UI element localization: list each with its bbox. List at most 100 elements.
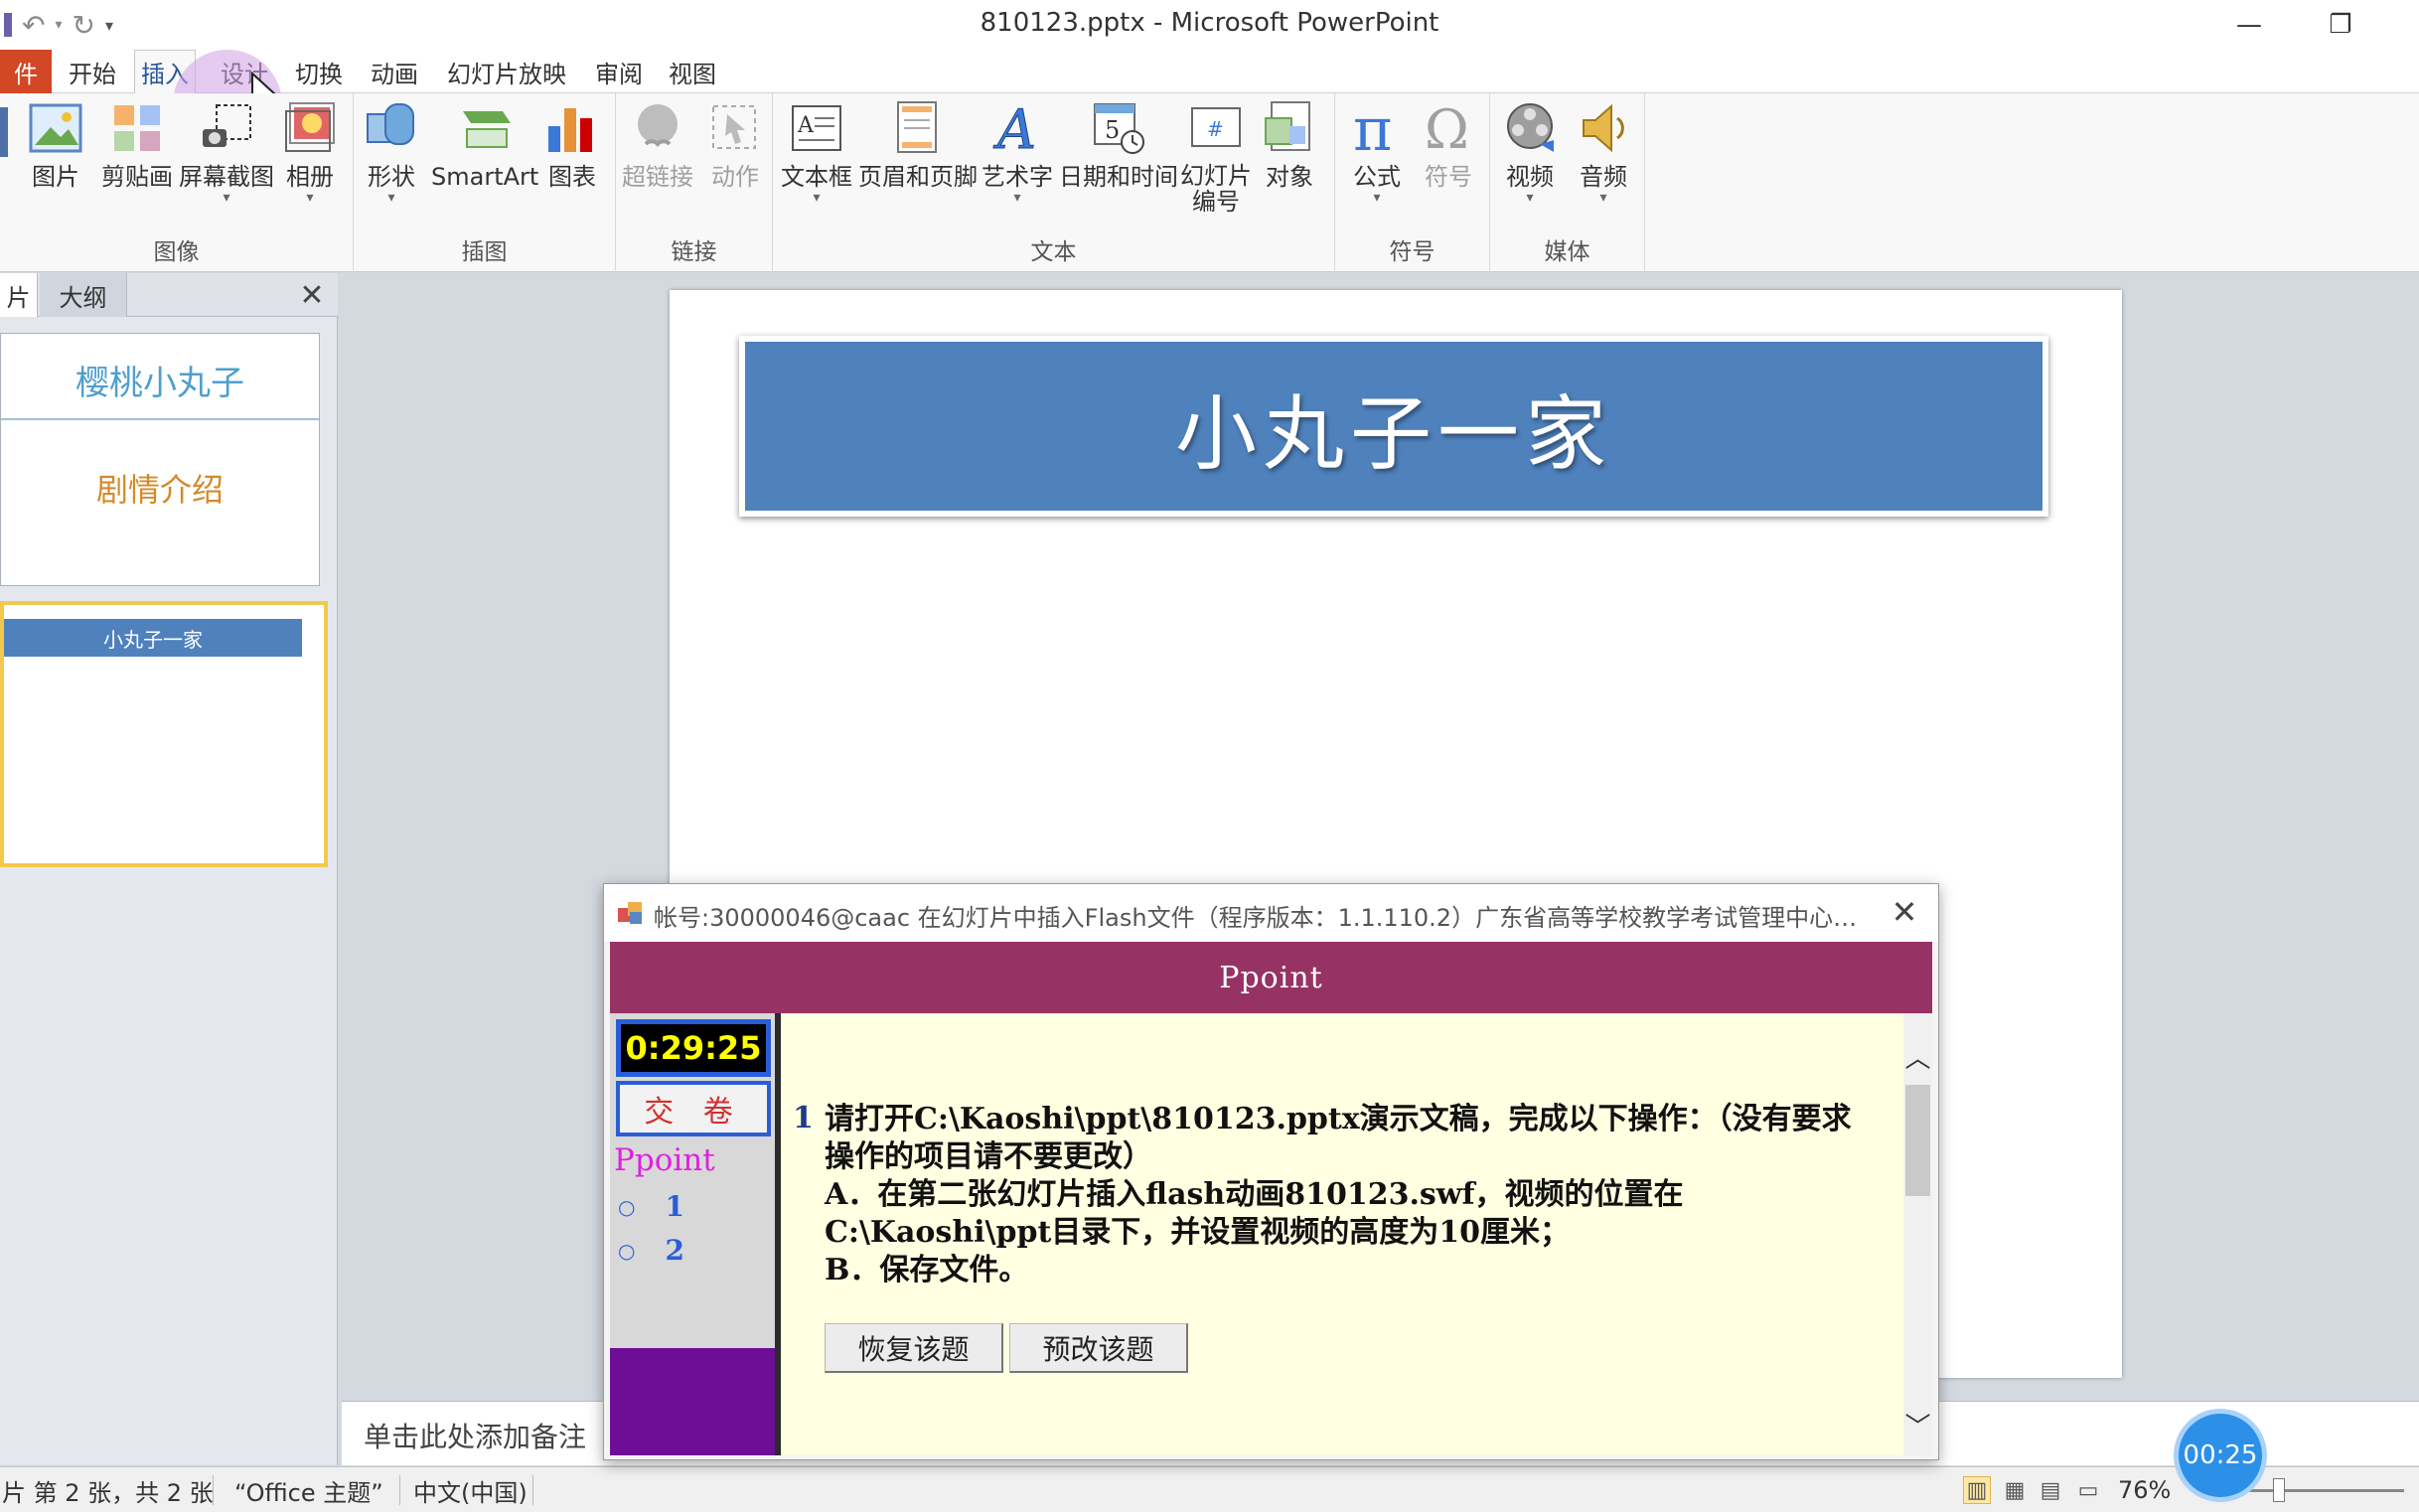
question-line: 操作的项目请不要更改） [825,1139,1152,1174]
question-sidebar: 0:29:25 交 卷 Ppoint ○ 1 ○ 2 [610,1013,781,1455]
tab-file[interactable]: 件 [0,50,52,93]
svg-text:Ω: Ω [1425,100,1469,156]
album-button[interactable]: 相册 ▾ [282,99,338,205]
smartart-button[interactable]: SmartArt [431,99,538,191]
ribbon-group-illustrations: 形状 ▾ SmartArt 图表 插图 [354,93,616,272]
submit-button-frame: 交 卷 [616,1081,771,1136]
tab-slides[interactable]: 片 [0,273,38,317]
header-footer-button[interactable]: 页眉和页脚 [858,99,978,191]
theme-name[interactable]: “Office 主题” [234,1467,383,1512]
symbol-icon: Ω [1421,99,1476,157]
equation-dropdown-icon[interactable]: ▾ [1373,191,1380,205]
slide-title-box[interactable]: 小丸子一家 [739,336,2048,517]
screenshot-button[interactable]: 屏幕截图 ▾ [179,99,274,205]
chart-button[interactable]: 图表 [544,99,600,191]
shapes-label: 形状 [368,163,415,191]
restore-button[interactable]: ❐ [2311,4,2370,46]
slide-number-label: 幻灯片 编号 [1180,163,1252,215]
close-icon[interactable]: ✕ [294,277,330,313]
tab-home[interactable]: 开始 [63,50,122,93]
restore-question-button[interactable]: 恢复该题 [825,1323,1003,1373]
svg-text:A: A [797,113,815,138]
audio-dropdown-icon[interactable]: ▾ [1599,191,1606,205]
picture-button[interactable]: 图片 [28,99,83,191]
submit-button[interactable]: 交 卷 [620,1085,767,1133]
wordart-button[interactable]: A 艺术字 ▾ [982,99,1053,205]
tab-outline[interactable]: 大纲 [40,273,127,317]
screenshot-dropdown-icon[interactable]: ▾ [223,191,229,205]
minimize-button[interactable]: — [2219,4,2279,46]
question-item-2[interactable]: ○ 2 [618,1234,684,1267]
action-button[interactable]: 动作 [707,99,763,191]
audio-button[interactable]: 音频 ▾ [1576,99,1631,205]
hyperlink-button[interactable]: 超链接 [622,99,693,191]
header-footer-icon [890,99,946,157]
tab-animations[interactable]: 动画 [365,50,424,93]
scroll-down-icon[interactable]: ﹀ [1903,1410,1932,1442]
header-footer-label: 页眉和页脚 [858,163,978,191]
slideshow-view-icon[interactable]: ▭ [2074,1476,2102,1504]
question-item-number: 1 [665,1190,684,1223]
object-button[interactable]: 对象 [1262,99,1317,191]
reading-view-icon[interactable]: ▤ [2037,1476,2064,1504]
tab-slideshow[interactable]: 幻灯片放映 [441,50,572,93]
textbox-dropdown-icon[interactable]: ▾ [813,191,820,205]
clipart-button[interactable]: 剪贴画 [101,99,173,191]
album-dropdown-icon[interactable]: ▾ [306,191,313,205]
question-item-1[interactable]: ○ 1 [618,1190,684,1223]
video-button[interactable]: 视频 ▾ [1502,99,1558,205]
title-bar: ↶ ▾ ↻ ▾ 810123.pptx - Microsoft PowerPoi… [0,0,2419,50]
tab-review[interactable]: 审阅 [589,50,649,93]
zoom-level[interactable]: 76% [2118,1467,2171,1512]
exam-dialog: 帐号:30000046@caac 在幻灯片中插入Flash文件（程序版本：1.1… [603,883,1939,1460]
scrollbar-thumb[interactable] [1905,1085,1930,1196]
slide-title: 小丸子一家 [1174,386,1612,482]
panel-tabs: 片 大纲 ✕ [0,273,338,317]
ribbon-group-symbols: π 公式 ▾ Ω 符号 符号 [1335,93,1490,272]
shapes-dropdown-icon[interactable]: ▾ [387,191,394,205]
clipart-label: 剪贴画 [101,163,173,191]
video-dropdown-icon[interactable]: ▾ [1526,191,1533,205]
symbol-button[interactable]: Ω 符号 [1421,99,1476,191]
album-icon [282,99,338,157]
datetime-button[interactable]: 5 日期和时间 [1059,99,1178,191]
slide-number-button[interactable]: # 幻灯片 编号 [1180,99,1252,215]
app-icon [618,902,642,924]
slide-thumbnail-1[interactable]: 樱桃小丸子 剧情介绍 [0,333,320,586]
dialog-scrollbar[interactable]: ︿ ﹀ [1903,1013,1932,1455]
thumb2-title: 小丸子一家 [4,619,302,657]
preview-question-button[interactable]: 预改该题 [1009,1323,1188,1373]
radio-circle-icon: ○ [618,1194,636,1219]
slide-sorter-icon[interactable]: ▦ [2001,1476,2029,1504]
equation-button[interactable]: π 公式 ▾ [1349,99,1405,205]
dialog-header: Ppoint [610,942,1932,1013]
textbox-button[interactable]: A 文本框 ▾ [781,99,852,205]
zoom-slider-handle[interactable] [2273,1478,2285,1502]
slide-number-label-line2: 编号 [1192,188,1240,216]
svg-text:A: A [992,100,1036,156]
datetime-label: 日期和时间 [1059,163,1178,191]
dialog-close-button[interactable]: ✕ [1885,892,1924,932]
album-label: 相册 [286,163,334,191]
group-links-label: 链接 [671,239,717,265]
language-indicator[interactable]: 中文(中国) [413,1467,528,1512]
question-list-title: Ppoint [614,1142,715,1178]
thumb1-divider [1,418,319,420]
question-actions: 恢复该题 预改该题 [825,1323,1188,1373]
wordart-dropdown-icon[interactable]: ▾ [1013,191,1020,205]
shapes-button[interactable]: 形状 ▾ [364,99,419,205]
normal-view-icon[interactable]: ▥ [1963,1476,1991,1504]
group-symbols-label: 符号 [1389,239,1436,265]
group-images-label: 图像 [153,239,200,265]
tab-transitions[interactable]: 切换 [289,50,349,93]
object-label: 对象 [1266,163,1313,191]
chart-label: 图表 [548,163,596,191]
group-media-label: 媒体 [1544,239,1590,265]
hyperlink-label: 超链接 [622,163,693,191]
tab-view[interactable]: 视图 [663,50,722,93]
status-bar: 片 第 2 张，共 2 张 “Office 主题” 中文(中国) ▥ ▦ ▤ ▭… [0,1466,2419,1512]
slide-thumbnail-2[interactable]: 小丸子一家 [0,601,328,867]
scroll-up-icon[interactable]: ︿ [1903,1041,1932,1074]
equation-label: 公式 [1353,163,1401,191]
slide-number-icon: # [1188,99,1244,157]
